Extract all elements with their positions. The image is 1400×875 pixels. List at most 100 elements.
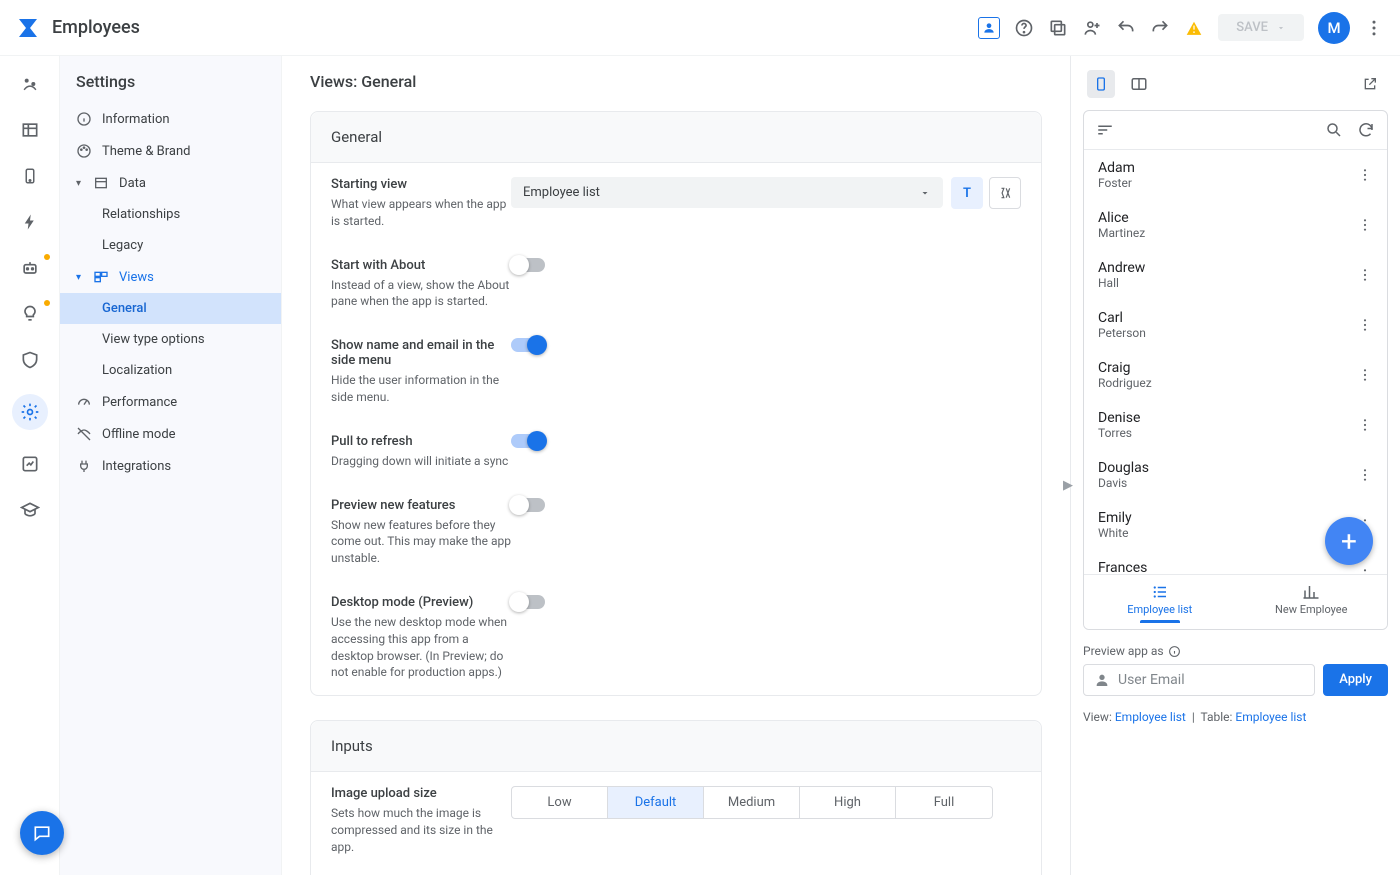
employee-row[interactable]: DouglasDavis <box>1084 450 1387 500</box>
image-upload-segmented[interactable]: LowDefaultMediumHighFull <box>511 786 993 819</box>
desktop-mode-toggle[interactable] <box>511 595 545 609</box>
seg-option-default[interactable]: Default <box>608 787 704 818</box>
row-start-with-about: Start with About Instead of a view, show… <box>311 244 1041 325</box>
sidebar-item-integrations[interactable]: Integrations <box>60 450 281 482</box>
sidebar-item-theme[interactable]: Theme & Brand <box>60 135 281 167</box>
sidebar-item-general[interactable]: General <box>60 293 281 324</box>
user-avatar[interactable]: M <box>1318 12 1350 44</box>
top-bar: Employees SAVE M <box>0 0 1400 56</box>
save-button: SAVE <box>1218 14 1304 41</box>
tab-employee-list[interactable]: Employee list <box>1084 575 1236 629</box>
seg-option-full[interactable]: Full <box>896 787 992 818</box>
employee-last: Hall <box>1098 276 1145 290</box>
sidebar-item-label: Theme & Brand <box>102 144 190 159</box>
employee-row[interactable]: CraigRodriguez <box>1084 350 1387 400</box>
chat-fab[interactable] <box>20 811 64 855</box>
rail-automation-icon[interactable] <box>18 210 42 234</box>
copy-icon[interactable] <box>1048 18 1068 38</box>
sidebar-item-data[interactable]: ▾Data <box>60 167 281 199</box>
employee-row[interactable]: CarlPeterson <box>1084 300 1387 350</box>
row-more-icon[interactable] <box>1357 367 1373 383</box>
sidebar-item-label: Integrations <box>102 459 171 474</box>
sidebar-item-label: Views <box>119 270 154 285</box>
help-icon[interactable] <box>1014 18 1034 38</box>
sort-icon[interactable] <box>1096 121 1114 139</box>
row-more-icon[interactable] <box>1357 567 1373 574</box>
preview-collapse-icon[interactable]: ▶ <box>1063 466 1071 506</box>
employee-first: Adam <box>1098 160 1135 176</box>
view-link[interactable]: Employee list <box>1115 710 1186 724</box>
rail-manage-icon[interactable] <box>18 452 42 476</box>
seg-option-medium[interactable]: Medium <box>704 787 800 818</box>
employee-row[interactable]: AliceMartinez <box>1084 200 1387 250</box>
preview-features-desc: Show new features before they come out. … <box>331 517 511 567</box>
sidebar-item-relationships[interactable]: Relationships <box>60 199 281 230</box>
rail-bot-icon[interactable] <box>18 256 42 280</box>
formula-mode-button[interactable] <box>989 177 1021 209</box>
undo-icon[interactable] <box>1116 18 1136 38</box>
sidebar-item-views[interactable]: ▾ Views <box>60 261 281 293</box>
preview-tablet-mode[interactable] <box>1125 70 1153 98</box>
sidebar-item-legacy[interactable]: Legacy <box>60 230 281 261</box>
table-link[interactable]: Employee list <box>1235 710 1306 724</box>
sidebar-item-view-type-options[interactable]: View type options <box>60 324 281 355</box>
sidebar-item-label: View type options <box>102 332 205 347</box>
card-inputs: Inputs Image upload size Sets how much t… <box>310 720 1042 875</box>
sidebar-item-information[interactable]: Information <box>60 103 281 135</box>
pull-refresh-toggle[interactable] <box>511 434 545 448</box>
app-logo-icon <box>16 16 40 40</box>
apply-button[interactable]: Apply <box>1323 664 1388 696</box>
sidebar-item-performance[interactable]: Performance <box>60 386 281 418</box>
redo-icon[interactable] <box>1150 18 1170 38</box>
preview-user-email-input[interactable]: User Email <box>1083 664 1315 696</box>
sidebar-item-offline[interactable]: Offline mode <box>60 418 281 450</box>
preview-features-toggle[interactable] <box>511 498 545 512</box>
chevron-down-icon: ▾ <box>76 272 81 283</box>
starting-view-label: Starting view <box>331 177 511 192</box>
seg-option-low[interactable]: Low <box>512 787 608 818</box>
row-more-icon[interactable] <box>1357 417 1373 433</box>
portrait-mode-icon[interactable] <box>978 17 1000 39</box>
sidebar-item-label: Information <box>102 112 170 127</box>
search-icon[interactable] <box>1325 121 1343 139</box>
row-more-icon[interactable] <box>1357 217 1373 233</box>
row-more-icon[interactable] <box>1357 167 1373 183</box>
sidebar-item-localization[interactable]: Localization <box>60 355 281 386</box>
rail-intelligence-icon[interactable] <box>18 302 42 326</box>
employee-list[interactable]: AdamFosterAliceMartinezAndrewHallCarlPet… <box>1084 150 1387 574</box>
plug-icon <box>76 458 92 474</box>
employee-row[interactable]: AndrewHall <box>1084 250 1387 300</box>
row-more-icon[interactable] <box>1357 317 1373 333</box>
rail-data-icon[interactable] <box>18 118 42 142</box>
seg-option-high[interactable]: High <box>800 787 896 818</box>
row-more-icon[interactable] <box>1357 267 1373 283</box>
rail-settings-icon[interactable] <box>12 394 48 430</box>
employee-last: White <box>1098 526 1132 540</box>
rail-security-icon[interactable] <box>18 348 42 372</box>
start-about-toggle[interactable] <box>511 258 545 272</box>
preview-as-label: Preview app as <box>1083 644 1164 658</box>
starting-view-desc: What view appears when the app is starte… <box>331 196 511 230</box>
share-user-icon[interactable] <box>1082 18 1102 38</box>
preview-mobile-mode[interactable] <box>1087 70 1115 98</box>
preview-features-label: Preview new features <box>331 498 511 513</box>
refresh-icon[interactable] <box>1357 121 1375 139</box>
warning-icon[interactable] <box>1184 18 1204 38</box>
text-mode-button[interactable]: T <box>951 177 983 209</box>
more-menu-icon[interactable] <box>1364 18 1384 38</box>
tab-new-employee[interactable]: New Employee <box>1236 575 1388 629</box>
starting-view-select[interactable]: Employee list <box>511 177 943 208</box>
row-more-icon[interactable] <box>1357 467 1373 483</box>
image-upload-desc: Sets how much the image is compressed an… <box>331 805 511 855</box>
add-fab[interactable]: + <box>1325 517 1373 565</box>
rail-home-icon[interactable] <box>18 72 42 96</box>
info-icon[interactable] <box>1168 645 1181 658</box>
show-name-toggle[interactable] <box>511 338 545 352</box>
employee-row[interactable]: DeniseTorres <box>1084 400 1387 450</box>
open-external-icon[interactable] <box>1356 70 1384 98</box>
rail-learn-icon[interactable] <box>18 498 42 522</box>
employee-row[interactable]: AdamFoster <box>1084 150 1387 200</box>
rail-mobile-icon[interactable] <box>18 164 42 188</box>
sidebar-item-label: Localization <box>102 363 172 378</box>
show-name-desc: Hide the user information in the side me… <box>331 372 511 406</box>
